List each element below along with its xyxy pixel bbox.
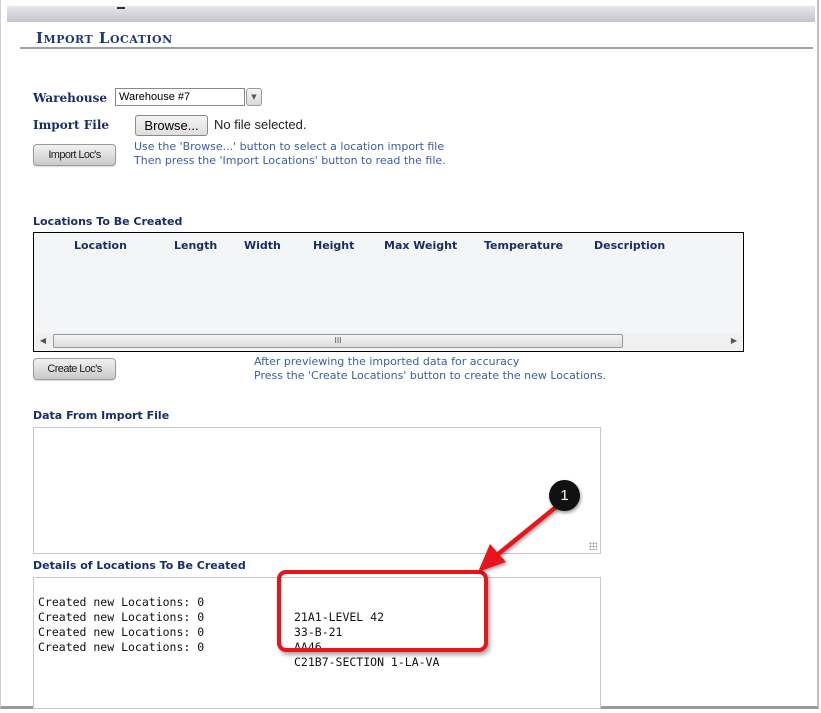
annotation-arrow-icon xyxy=(478,504,559,572)
callout-badge: 1 xyxy=(549,480,580,511)
